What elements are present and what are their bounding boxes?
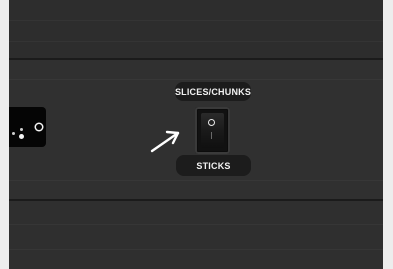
frame-border-left — [0, 0, 9, 269]
panel-bottom — [9, 201, 383, 269]
switch-label-top: SLICES/CHUNKS — [175, 82, 251, 101]
arrow-pointer-icon — [150, 130, 180, 153]
panel-texture — [9, 249, 383, 250]
device-front: SLICES/CHUNKS STICKS — [0, 0, 393, 269]
panel-texture — [9, 41, 383, 42]
switch-on-mark-icon — [208, 119, 215, 126]
switch-label-bottom: STICKS — [176, 155, 251, 176]
panel-texture — [9, 20, 383, 21]
panel-texture — [9, 224, 383, 225]
side-control-tab[interactable] — [9, 107, 46, 147]
panel-texture — [9, 79, 383, 80]
panel-texture — [9, 180, 383, 181]
frame-border-right — [383, 0, 393, 269]
panel-top — [9, 0, 383, 58]
switch-off-mark-icon — [211, 132, 212, 139]
